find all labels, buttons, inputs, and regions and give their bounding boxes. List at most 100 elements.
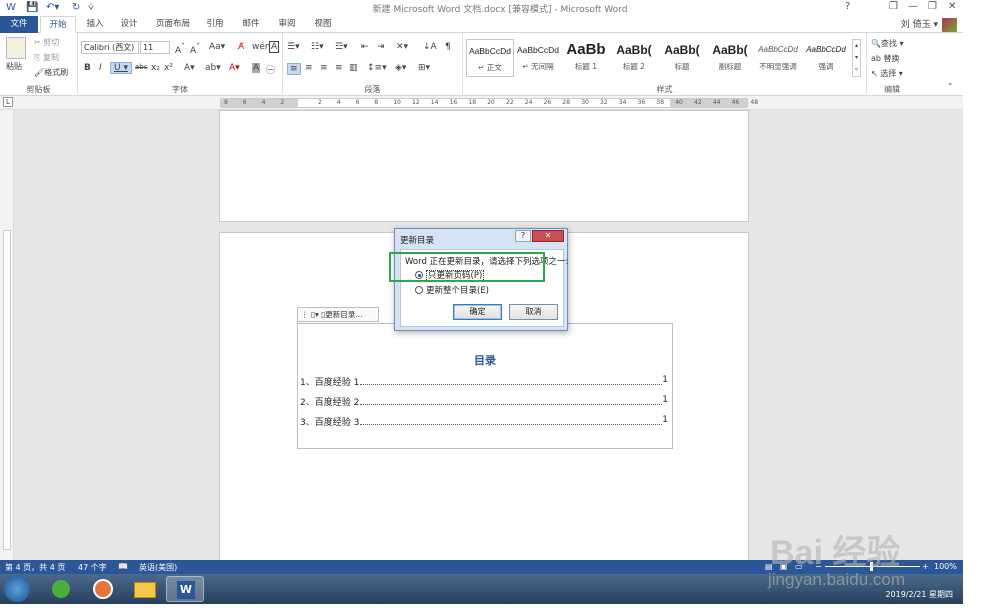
grow-font-icon[interactable]: A˄ [175,42,185,56]
align-right-icon[interactable]: ≡ [320,63,328,73]
update-toc-link[interactable]: 更新目录... [325,310,362,319]
numbering-icon[interactable]: ☷▾ [311,42,324,52]
highlight-color-icon[interactable]: ab▾ [205,63,221,73]
save-icon[interactable]: 💾 [26,2,38,13]
horizontal-ruler[interactable]: L 8 6 4 2 2 4 6 8 10 12 14 16 18 20 22 24 26 28 30 32 34 36 38… [0,96,963,110]
shading-icon[interactable]: ◈▾ [395,63,406,73]
increase-indent-icon[interactable]: ⇥ [377,42,385,52]
bold-icon[interactable]: B [84,63,91,73]
clear-formatting-icon[interactable]: A̸ [238,42,244,52]
line-spacing-icon[interactable]: ↕≡▾ [367,63,387,73]
style-subtitle[interactable]: AaBb( 副标题 [706,39,754,77]
style-no-spacing[interactable]: AaBbCcDd ↵ 无间隔 [514,39,562,77]
table-of-contents[interactable]: 目录 1、百度经验 1 1 2、百度经验 2 1 3、百度经验 3 1 [297,323,673,449]
minimize-button[interactable]: — [908,1,918,12]
enclose-characters-icon[interactable]: ㊀ [266,63,275,76]
proofing-icon[interactable]: 📖 [118,562,128,571]
cut-label: 剪切 [43,38,60,47]
format-painter-button[interactable]: 🖌格式刷 [34,67,68,78]
help-button[interactable]: ? [845,1,850,12]
sort-icon[interactable]: ↓A [423,42,437,52]
character-shading-icon[interactable]: A [252,63,261,73]
select-button[interactable]: ↖ 选择 ▾ [871,68,903,79]
page-3[interactable] [219,110,749,222]
underline-icon[interactable]: U ▾ [110,62,132,74]
style-heading-1[interactable]: AaBb 标题 1 [562,39,610,77]
word-count[interactable]: 47 个字 [78,562,107,573]
italic-icon[interactable]: I [99,63,102,73]
toc-toolbar[interactable]: ⋮ ▯▾ ▯更新目录... [297,307,379,322]
tab-mailings[interactable]: 邮件 [236,16,266,33]
character-border-icon[interactable]: A [269,41,280,53]
shrink-font-icon[interactable]: A˅ [190,42,200,56]
font-name-select[interactable]: Calibri (西文) [81,41,139,54]
chinese-layout-icon[interactable]: ✕▾ [396,42,408,52]
tab-page-layout[interactable]: 页面布局 [150,16,196,33]
close-button[interactable]: ✕ [948,1,956,12]
tab-design[interactable]: 设计 [114,16,144,33]
collapse-ribbon-icon[interactable]: ˄ [948,83,953,93]
style-emphasis[interactable]: AaBbCcDd 强调 [802,39,850,77]
style-title[interactable]: AaBb( 标题 [658,39,706,77]
undo-icon[interactable]: ↶▾ [46,2,59,13]
taskbar-word-icon[interactable]: W [166,576,204,602]
style-subtle-emphasis[interactable]: AaBbCcDd 不明显强调 [754,39,802,77]
paste-button[interactable]: 粘贴 [6,61,22,72]
dialog-close-button[interactable]: ✕ [532,230,564,242]
ok-button[interactable]: 确定 [453,304,502,320]
radio-update-entire-table[interactable]: 更新整个目录(E) [415,284,489,296]
start-button[interactable] [4,576,30,602]
language-indicator[interactable]: 英语(美国) [139,562,177,573]
maximize-button[interactable]: ❐ [928,1,937,12]
cut-button[interactable]: ✂ 剪切 [34,37,59,48]
multilevel-list-icon[interactable]: ☲▾ [335,42,348,52]
font-size-select[interactable]: 11 [140,41,170,54]
find-button[interactable]: 🔍查找 ▾ [871,38,904,49]
borders-icon[interactable]: ⊞▾ [418,63,430,73]
copy-button[interactable]: ⎘ 复制 [34,52,59,63]
tab-insert[interactable]: 插入 [80,16,110,33]
tab-home[interactable]: 开始 [40,16,76,33]
replace-button[interactable]: ab 替换 [871,53,900,64]
taskbar-360-icon[interactable] [42,576,80,602]
cancel-button[interactable]: 取消 [509,304,558,320]
bullets-icon[interactable]: ☰▾ [287,42,300,52]
ruler-tick-label: 10 [393,99,401,106]
annotation-highlight-box [389,252,545,282]
phonetic-guide-icon[interactable]: wén [252,42,271,52]
redo-icon[interactable]: ↻ [72,2,80,13]
tab-selector-icon[interactable]: L [3,97,13,107]
superscript-icon[interactable]: x² [164,63,173,73]
radio-unselected-icon [415,286,423,294]
tab-references[interactable]: 引用 [200,16,230,33]
distributed-icon[interactable]: ▥ [349,63,358,73]
show-marks-icon[interactable]: ¶ [445,42,451,52]
strikethrough-icon[interactable]: abc [135,63,148,71]
font-color-icon[interactable]: A▾ [229,63,240,73]
taskbar-browser-icon[interactable] [84,576,122,602]
toc-entry[interactable]: 3、百度经验 3 1 [300,415,670,428]
toc-entry[interactable]: 2、百度经验 2 1 [300,395,670,408]
page-count[interactable]: 第 4 页，共 4 页 [5,562,65,573]
justify-icon[interactable]: ≡ [335,63,343,73]
toc-entry[interactable]: 1、百度经验 1 1 [300,375,670,388]
customize-qat-icon[interactable]: ⩒ [88,2,94,13]
styles-scroll[interactable]: ▴ ▾ ▿ [852,39,861,77]
tab-review[interactable]: 审阅 [272,16,302,33]
taskbar-explorer-icon[interactable] [126,576,164,602]
align-center-icon[interactable]: ≡ [305,63,313,73]
subscript-icon[interactable]: x₂ [151,63,160,73]
dialog-help-button[interactable]: ? [515,230,531,242]
vertical-ruler[interactable] [0,110,14,560]
text-effects-icon[interactable]: A▾ [184,63,195,73]
user-account[interactable]: 刘 倚玉 ▾ [901,17,957,32]
ribbon-display-button[interactable]: ❐ [889,1,898,12]
decrease-indent-icon[interactable]: ⇤ [361,42,369,52]
change-case-icon[interactable]: Aa▾ [209,42,225,52]
align-left-icon[interactable]: ≡ [287,63,301,75]
style-normal[interactable]: AaBbCcDd ↵ 正文 [466,39,514,77]
paste-icon[interactable] [6,37,26,59]
tab-file[interactable]: 文件 [0,16,38,33]
style-heading-2[interactable]: AaBb( 标题 2 [610,39,658,77]
tab-view[interactable]: 视图 [308,16,338,33]
